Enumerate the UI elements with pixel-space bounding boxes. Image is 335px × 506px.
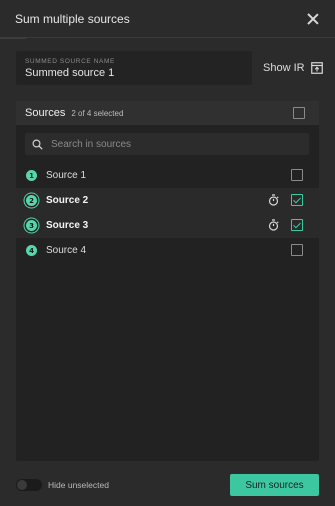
sources-panel-header: Sources 2 of 4 selected <box>16 101 319 125</box>
summed-source-name-field[interactable]: SUMMED SOURCE NAME <box>16 51 252 85</box>
toggle-knob <box>17 480 27 490</box>
dialog-title: Sum multiple sources <box>15 11 130 26</box>
search-box[interactable] <box>25 133 309 155</box>
sources-title: Sources <box>25 107 66 119</box>
sources-panel: Sources 2 of 4 selected 1 Source 1 2 Sou… <box>16 101 319 461</box>
source-3-checkbox[interactable] <box>291 219 303 231</box>
source-label: Source 2 <box>46 195 89 206</box>
source-row-3[interactable]: 3 Source 3 <box>16 213 319 238</box>
source-label: Source 3 <box>46 220 89 231</box>
source-row-1[interactable]: 1 Source 1 <box>16 163 319 188</box>
search-input[interactable] <box>51 138 301 150</box>
search-icon <box>32 138 43 150</box>
header-divider <box>0 37 26 39</box>
source-label: Source 4 <box>46 245 87 256</box>
select-all-checkbox[interactable] <box>293 107 305 119</box>
source-row-2[interactable]: 2 Source 2 <box>16 188 319 213</box>
close-icon[interactable] <box>305 11 321 27</box>
source-4-checkbox[interactable] <box>291 244 303 256</box>
source-number-badge: 4 <box>26 245 37 256</box>
stopwatch-icon[interactable] <box>268 194 279 206</box>
selected-count: 2 of 4 selected <box>71 108 124 118</box>
source-row-4[interactable]: 4 Source 4 <box>16 238 319 263</box>
source-number-badge: 3 <box>26 220 37 231</box>
hide-unselected-toggle[interactable] <box>16 479 42 491</box>
summed-source-name-input[interactable] <box>25 67 243 79</box>
dialog-header: Sum multiple sources <box>0 0 335 38</box>
source-number-badge: 1 <box>26 170 37 181</box>
summed-source-name-label: SUMMED SOURCE NAME <box>25 58 115 65</box>
show-ir-label: Show IR <box>263 62 305 74</box>
stopwatch-icon[interactable] <box>268 219 279 231</box>
hide-unselected-label: Hide unselected <box>48 480 109 490</box>
export-window-icon <box>310 62 323 74</box>
show-ir-button[interactable]: Show IR <box>263 60 323 76</box>
sum-sources-button[interactable]: Sum sources <box>230 474 319 496</box>
source-list: 1 Source 1 2 Source 2 3 Source 3 4 Sourc… <box>16 163 319 263</box>
source-number-badge: 2 <box>26 195 37 206</box>
source-2-checkbox[interactable] <box>291 194 303 206</box>
source-label: Source 1 <box>46 170 87 181</box>
source-1-checkbox[interactable] <box>291 169 303 181</box>
